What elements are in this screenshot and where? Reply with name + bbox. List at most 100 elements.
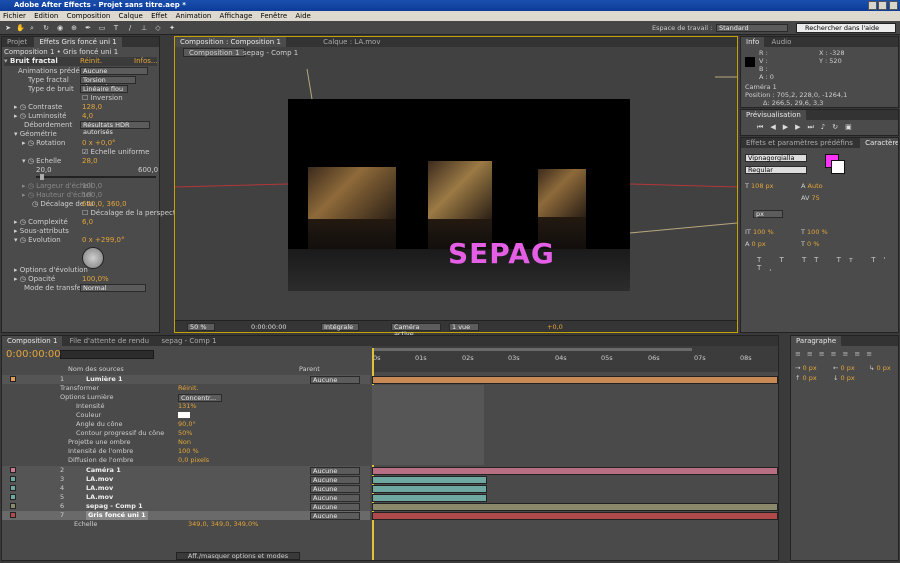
parent-select[interactable]: Aucune (310, 376, 360, 384)
label-color[interactable] (10, 485, 16, 491)
scale-slider[interactable] (36, 176, 156, 178)
complexity-value[interactable]: 6,0 (82, 218, 157, 227)
tab-preview[interactable]: Prévisualisation (741, 110, 806, 120)
workspace-select[interactable]: Standard (716, 24, 788, 32)
clone-tool-icon[interactable]: ⊥ (140, 24, 148, 32)
expand-icon[interactable]: ▾ (4, 57, 8, 66)
tab-render-queue[interactable]: File d'attente de rendu (65, 336, 154, 346)
tab-project[interactable]: Projet (2, 37, 32, 47)
layer-bar[interactable] (372, 376, 778, 384)
parent-select[interactable]: Aucune (310, 476, 360, 484)
prev-frame-icon[interactable]: ◀ (770, 123, 782, 131)
parent-select[interactable]: Aucune (310, 503, 360, 511)
stroke-color-swatch[interactable] (831, 160, 845, 174)
vscale-value[interactable]: 100 % (753, 228, 774, 236)
layer-row[interactable]: 6 sepag - Comp 1 Aucune (2, 502, 370, 511)
tab-character[interactable]: Caractère (860, 138, 898, 148)
menu-effect[interactable]: Effet (151, 12, 167, 20)
menu-file[interactable]: Fichier (3, 12, 26, 20)
prop-value[interactable]: 100 % (178, 447, 199, 456)
scale-value[interactable]: 28,0 (82, 157, 157, 166)
tab-timeline-comp1[interactable]: Composition 1 (2, 336, 63, 346)
prop-value[interactable]: 131% (178, 402, 197, 411)
menu-layer[interactable]: Calque (119, 12, 143, 20)
menu-window[interactable]: Fenêtre (261, 12, 287, 20)
tab-audio[interactable]: Audio (766, 37, 796, 47)
brightness-value[interactable]: 4,0 (82, 112, 157, 121)
resolution-select[interactable]: Intégrale (321, 323, 359, 331)
prop-value[interactable]: 50% (178, 429, 192, 438)
preset-select[interactable]: Aucune (80, 67, 148, 75)
kerning-unit-select[interactable]: px (753, 210, 783, 218)
viewer-time[interactable]: 0:00:00:00 (251, 323, 287, 331)
label-color[interactable] (10, 503, 16, 509)
layer-row[interactable]: 4 LA.mov Aucune (2, 484, 370, 493)
brush-tool-icon[interactable]: / (126, 24, 134, 32)
indent-first-value[interactable]: 0 px (877, 364, 891, 372)
rotate-tool-icon[interactable]: ↻ (42, 24, 50, 32)
eraser-tool-icon[interactable]: ◇ (154, 24, 162, 32)
layer-bar[interactable] (372, 476, 487, 484)
rect-tool-icon[interactable]: ▭ (98, 24, 106, 32)
blend-mode-select[interactable]: Normal (80, 284, 146, 292)
space-before-value[interactable]: 0 px (803, 374, 817, 382)
layer-row[interactable]: 3 LA.mov Aucune (2, 475, 370, 484)
time-ruler[interactable]: 0s 01s 02s 03s 04s 05s 06s 07s 08s (372, 346, 778, 372)
views-select[interactable]: 1 vue (449, 323, 479, 331)
prop-value[interactable]: 90,0° (178, 420, 196, 429)
zoom-select[interactable]: 50 % (187, 323, 215, 331)
parent-select[interactable]: Aucune (310, 494, 360, 502)
reset-link[interactable]: Réinit. (80, 57, 102, 66)
space-after-value[interactable]: 0 px (841, 374, 855, 382)
overflow-select[interactable]: Résultats HDR autorisés (80, 121, 150, 136)
light-color-swatch[interactable] (178, 412, 190, 418)
rotation-value[interactable]: 0 x +0,0° (82, 139, 157, 148)
opacity-value[interactable]: 100,0% (82, 275, 157, 284)
contrast-value[interactable]: 128,0 (82, 103, 157, 112)
text-style-buttons[interactable]: T T TT Tт T' T, (757, 256, 898, 272)
info-link[interactable]: Infos... (134, 57, 158, 66)
label-color[interactable] (10, 476, 16, 482)
next-frame-icon[interactable]: ▶ (795, 123, 807, 131)
last-frame-icon[interactable]: ⏭ (807, 123, 820, 131)
prop-value[interactable]: Réinit. (178, 384, 199, 393)
close-button[interactable] (889, 1, 898, 10)
noise-type-select[interactable]: Linéaire flou (80, 85, 128, 93)
zoom-tool-icon[interactable]: ⌕ (28, 24, 36, 32)
hscale-value[interactable]: 100 % (807, 228, 828, 236)
font-select[interactable]: Vipnagorgialla (745, 154, 807, 162)
layer-row[interactable]: 1 Lumière 1 Aucune (2, 375, 370, 384)
tab-effects-presets[interactable]: Effets et paramètres prédéfins (741, 138, 858, 148)
layer-row-selected[interactable]: 7 Gris foncé uni 1 Aucune (2, 511, 370, 520)
tab-info[interactable]: Info (741, 37, 765, 47)
camera-select[interactable]: Caméra active (391, 323, 441, 338)
tsume-value[interactable]: 0 % (807, 240, 819, 248)
label-color[interactable] (10, 376, 16, 382)
tab-composition[interactable]: Composition : Composition 1 (175, 37, 286, 47)
hand-tool-icon[interactable]: ✋ (16, 24, 25, 32)
prop-value[interactable]: 349,0, 349,0, 349,0% (188, 520, 258, 529)
subattributes-row[interactable]: ▸ Sous-attributs (14, 227, 157, 236)
prop-value[interactable]: Non (178, 438, 191, 447)
tab-sepag-comp[interactable]: sepag - Comp 1 (156, 336, 221, 346)
parent-select[interactable]: Aucune (310, 485, 360, 493)
first-frame-icon[interactable]: ⏮ (757, 123, 770, 131)
current-time[interactable]: 0:00:00:00 (6, 349, 61, 360)
work-area-bar[interactable] (372, 348, 692, 351)
layer-bar[interactable] (372, 512, 778, 520)
layer-name[interactable]: Gris foncé uni 1 (86, 511, 148, 520)
subtab-comp1[interactable]: Composition 1 (183, 48, 246, 57)
timeline-search-input[interactable] (60, 350, 154, 359)
menu-help[interactable]: Aide (295, 12, 310, 20)
pen-tool-icon[interactable]: ✒ (84, 24, 92, 32)
ram-preview-icon[interactable]: ▣ (845, 123, 859, 131)
align-buttons[interactable]: ≡≡≡≡≡≡≡ (795, 350, 878, 358)
prop-value[interactable]: 0,0 pixels (178, 456, 209, 465)
parent-select[interactable]: Aucune (310, 512, 360, 520)
layer-row[interactable]: 2 Caméra 1 Aucune (2, 466, 370, 475)
toggle-switches-modes-button[interactable]: Aff./masquer options et modes (176, 552, 300, 560)
menu-animation[interactable]: Animation (176, 12, 212, 20)
indent-right-value[interactable]: 0 px (841, 364, 855, 372)
tab-effect-controls[interactable]: Effets Gris foncé uni 1 (34, 37, 122, 47)
layer-bar[interactable] (372, 467, 778, 475)
